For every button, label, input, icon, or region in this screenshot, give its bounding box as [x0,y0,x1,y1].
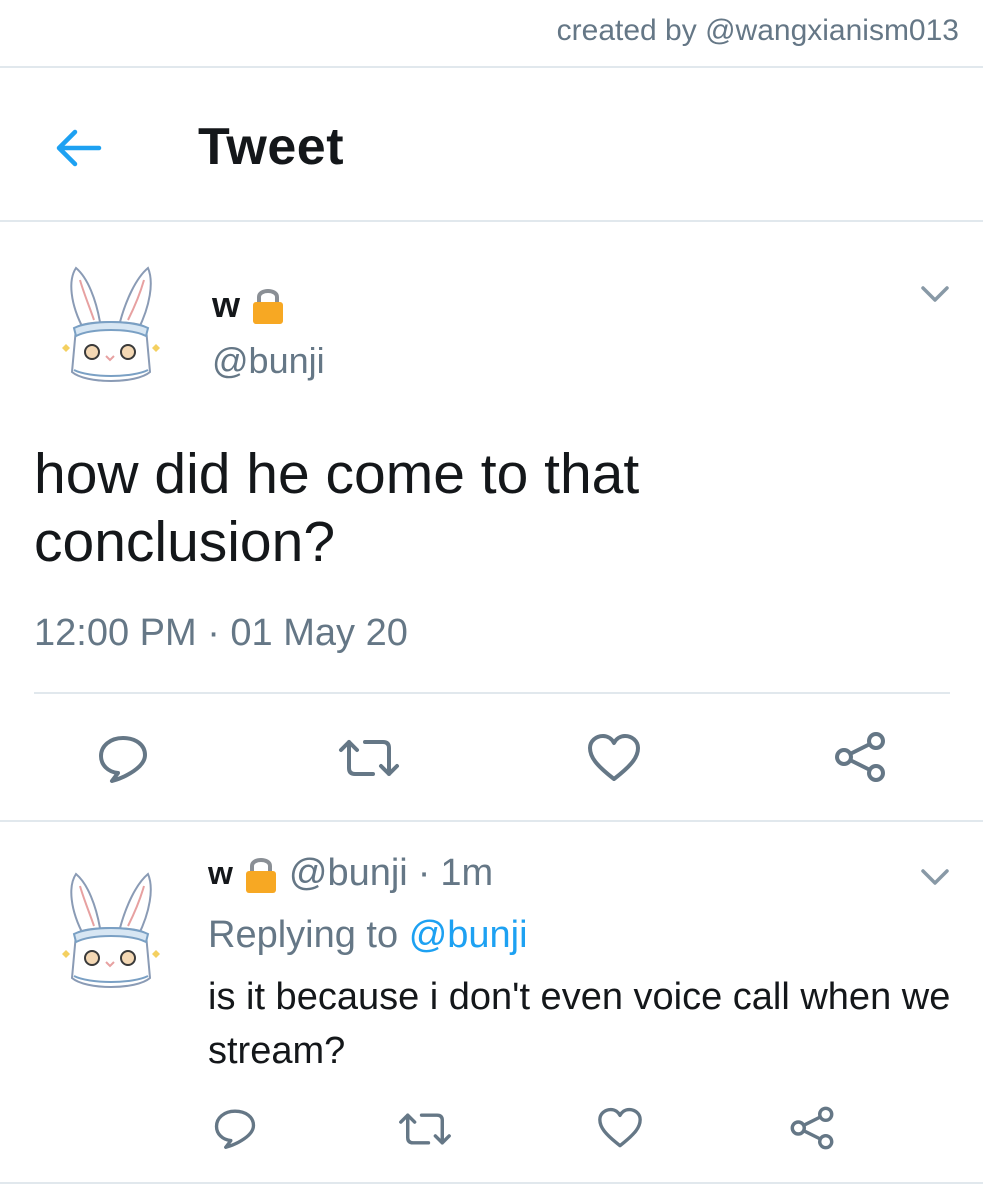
lock-icon [250,285,286,325]
reply-separator: · [417,852,431,894]
bottom-divider [0,1182,983,1184]
reply-header: w @bunji · 1m [208,852,493,895]
chevron-down-icon [921,286,949,302]
chevron-down-icon [921,869,949,885]
replying-to-label: Replying to [208,914,399,956]
section-divider [0,820,983,822]
retweet-icon [339,740,399,776]
author-display-name: w [212,284,241,325]
lock-icon [243,854,279,894]
retweet-icon [399,1113,451,1145]
reply-like-button[interactable] [594,1104,646,1152]
header-divider [0,220,983,222]
share-icon [790,1106,834,1150]
reply-icon [99,736,147,783]
tweet-options-button[interactable] [917,282,953,306]
reply-share-button[interactable] [786,1102,838,1154]
share-button[interactable] [830,728,890,786]
tweet-timestamp[interactable]: 12:00 PM · 01 May 20 [34,612,408,655]
reply-reply-button[interactable] [208,1104,262,1152]
credit-text: created by @wangxianism013 [556,14,959,47]
bunny-avatar-icon [62,872,160,988]
like-button[interactable] [584,730,644,786]
reply-options-button[interactable] [917,865,953,889]
reply-avatar[interactable] [56,870,166,990]
avatar[interactable] [56,264,166,384]
reply-text: is it because i don't even voice call wh… [208,976,951,1072]
reply-retweet-button[interactable] [394,1106,456,1152]
arrow-left-icon [56,129,102,167]
top-bar: Tweet [0,68,983,222]
reply-button[interactable] [92,730,154,786]
bunny-avatar-icon [62,266,160,382]
retweet-button[interactable] [334,730,404,786]
heart-icon [598,1107,642,1148]
reply-author-handle[interactable]: @bunji [289,852,408,895]
author-handle[interactable]: @bunji [212,340,325,382]
reply-icon [214,1109,256,1149]
replying-to: Replying to @bunji [208,914,528,957]
back-button[interactable] [48,120,108,176]
share-icon [835,732,885,782]
heart-icon [588,734,640,781]
meta-divider [34,692,950,694]
reply-author-name[interactable]: w [208,855,233,892]
author-name[interactable]: w [212,284,286,326]
replying-to-mention[interactable]: @bunji [409,914,528,956]
reply-age: 1m [440,852,494,894]
tweet-text: how did he come to that conclusion? [34,442,640,574]
page-title: Tweet [198,118,345,176]
